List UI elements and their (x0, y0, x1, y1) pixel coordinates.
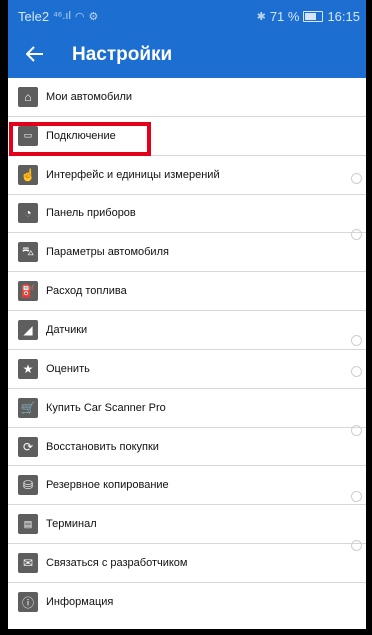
radio-indicator (351, 172, 362, 184)
app-bar: Настройки (8, 32, 366, 78)
highlight-box (9, 122, 151, 156)
settings-list: ⌂ Мои автомобили ▭ Подключение ☝ Интерфе… (8, 78, 366, 629)
screen-frame-bottom (0, 629, 372, 635)
sensor-icon: ◢ (18, 319, 38, 340)
menu-item-label: Информация (46, 596, 114, 609)
menu-item-my-cars[interactable]: ⌂ Мои автомобили (8, 78, 366, 117)
car-icon: ⛍ (18, 242, 38, 263)
battery-percent: 71 % (269, 8, 300, 24)
radio-indicator (351, 335, 362, 347)
screen-frame-left (0, 0, 8, 635)
wifi-icon: ◠ (74, 10, 85, 23)
menu-item-label: Оценить (46, 362, 90, 375)
menu-item-label: Датчики (46, 323, 88, 336)
menu-item-label: Расход топлива (46, 285, 127, 298)
menu-item-dashboard[interactable]: ◔ Панель приборов (8, 195, 366, 234)
menu-item-label: Резервное копирование (46, 479, 169, 492)
page-title: Настройки (72, 44, 173, 65)
database-icon: ⛁ (18, 475, 38, 496)
menu-item-terminal[interactable]: ▤ Терминал (8, 505, 366, 545)
menu-item-rate[interactable]: ★ Оценить (8, 350, 366, 389)
clock: 16:15 (327, 8, 360, 24)
fuel-pump-icon: ⛽ (18, 281, 38, 302)
signal-icon: ⁴⁶.ıl (53, 10, 71, 22)
status-bar: Tele2 ⁴⁶.ıl ◠ ⚙ ✱ 71 % 16:15 (8, 0, 366, 32)
garage-icon: ⌂ (18, 86, 38, 107)
screen-frame-right (366, 0, 372, 635)
menu-item-restore-purchases[interactable]: ⟳ Восстановить покупки (8, 424, 366, 467)
radio-indicator (351, 365, 362, 377)
menu-item-label: Купить Car Scanner Pro (46, 401, 166, 414)
menu-item-car-parameters[interactable]: ⛍ Параметры автомобиля (8, 229, 366, 273)
carrier-label: Tele2 (18, 8, 50, 24)
radio-indicator (351, 229, 362, 241)
sync-icon: ⚙ (88, 10, 99, 23)
hand-icon: ☝ (18, 164, 38, 185)
menu-item-label: Восстановить покупки (46, 440, 159, 453)
radio-indicator (351, 540, 362, 552)
menu-item-label: Параметры автомобиля (46, 246, 169, 259)
terminal-icon: ▤ (18, 514, 38, 535)
info-icon: ⓘ (18, 592, 38, 613)
menu-item-buy-pro[interactable]: 🛒 Купить Car Scanner Pro (8, 389, 366, 428)
menu-item-interface-units[interactable]: ☝ Интерфейс и единицы измерений (8, 156, 366, 195)
mail-icon: ✉ (18, 553, 38, 574)
menu-item-fuel-consumption[interactable]: ⛽ Расход топлива (8, 272, 366, 312)
menu-item-contact-developer[interactable]: ✉ Связаться с разработчиком (8, 540, 366, 583)
menu-item-label: Панель приборов (46, 207, 136, 220)
radio-indicator (351, 424, 362, 436)
bluetooth-icon: ✱ (256, 10, 266, 23)
radio-indicator (351, 491, 362, 503)
gauge-icon: ◔ (18, 203, 38, 224)
menu-item-sensors[interactable]: ◢ Датчики (8, 311, 366, 350)
menu-item-label: Терминал (46, 518, 97, 531)
back-arrow-icon[interactable] (25, 44, 56, 66)
star-icon: ★ (18, 358, 38, 379)
cart-restore-icon: ⟳ (18, 436, 38, 457)
menu-item-info[interactable]: ⓘ Информация (8, 583, 366, 622)
cart-icon: 🛒 (18, 397, 38, 418)
menu-item-label: Связаться с разработчиком (46, 557, 188, 570)
battery-icon (303, 10, 324, 22)
menu-item-label: Мои автомобили (46, 90, 133, 103)
menu-item-backup[interactable]: ⛁ Резервное копирование (8, 466, 366, 506)
menu-item-label: Интерфейс и единицы измерений (46, 168, 220, 181)
